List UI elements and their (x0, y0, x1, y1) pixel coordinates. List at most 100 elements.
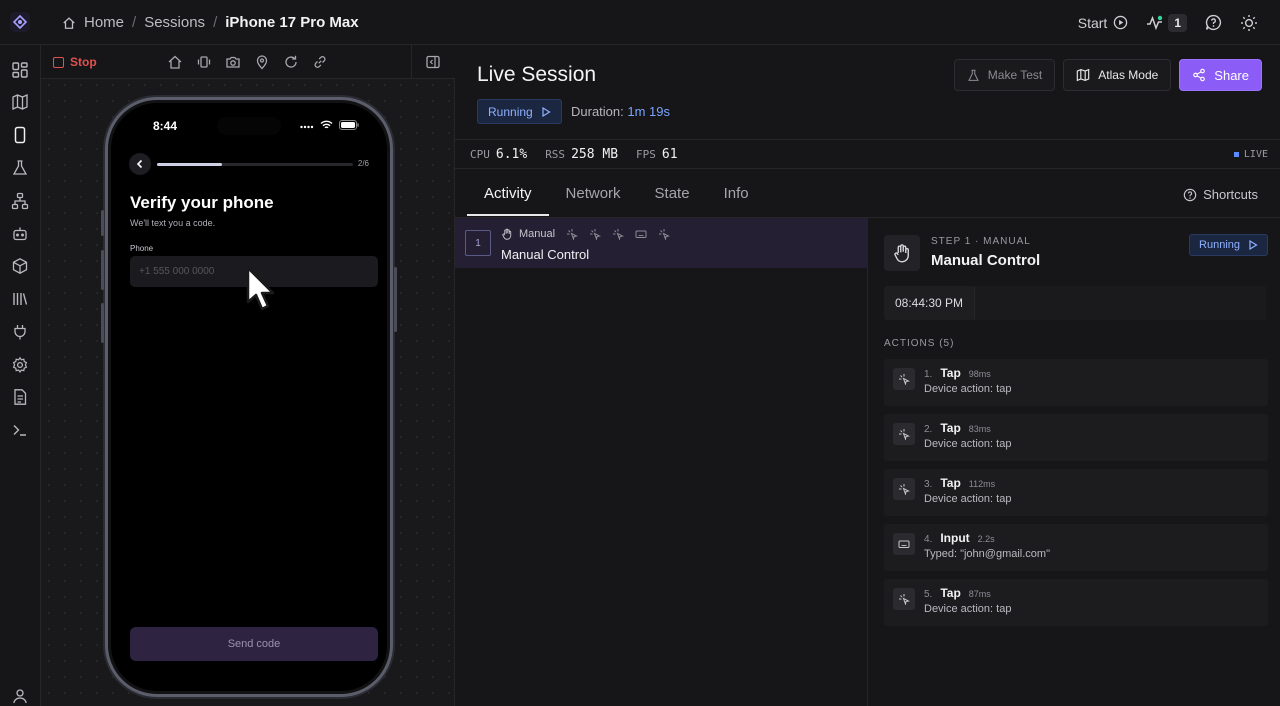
app-logo-icon[interactable] (10, 12, 30, 32)
action-index: 1. (924, 369, 933, 380)
vibrate-icon[interactable] (196, 54, 212, 70)
action-description: Typed: "john@gmail.com" (924, 548, 1050, 560)
document-icon[interactable] (11, 388, 29, 406)
flask-icon[interactable] (11, 159, 29, 177)
activity-row[interactable]: 1 Manual Manual Control (455, 218, 868, 268)
atlas-mode-button[interactable]: Atlas Mode (1063, 59, 1172, 91)
chevron-left-icon (136, 159, 143, 169)
live-dot-icon (1233, 152, 1239, 157)
activity-indicator[interactable]: 1 (1146, 13, 1187, 32)
action-item[interactable]: 3. Tap 112ms Device action: tap (884, 469, 1268, 516)
shortcuts-button[interactable]: Shortcuts (1183, 187, 1258, 202)
rss-value: 258 MB (571, 146, 619, 162)
action-duration: 98ms (968, 369, 991, 379)
step-status-badge: Running (1189, 234, 1268, 256)
refresh-icon[interactable] (283, 54, 299, 70)
terminal-icon[interactable] (11, 421, 29, 439)
action-description: Device action: tap (924, 383, 1012, 395)
activity-count-badge: 1 (1168, 13, 1187, 32)
step-detail-panel: STEP 1 · MANUAL Manual Control Running 0… (869, 218, 1280, 706)
tap-icon (590, 229, 602, 240)
status-time: 8:44 (153, 119, 178, 133)
action-index: 4. (924, 534, 933, 545)
action-item[interactable]: 4. Input 2.2s Typed: "john@gmail.com" (884, 524, 1268, 571)
make-test-button[interactable]: Make Test (953, 59, 1056, 91)
dashboard-icon[interactable] (11, 61, 29, 79)
action-item[interactable]: 5. Tap 87ms Device action: tap (884, 579, 1268, 626)
theme-sun-icon[interactable] (1240, 14, 1258, 32)
library-icon[interactable] (11, 290, 29, 308)
activity-type: Manual (519, 228, 556, 240)
keyboard-icon (898, 540, 910, 548)
location-pin-icon[interactable] (254, 54, 270, 70)
action-icon-box (893, 588, 915, 610)
device-icon[interactable] (11, 126, 29, 144)
help-chat-icon[interactable] (1205, 14, 1222, 31)
breadcrumb-sessions[interactable]: Sessions (144, 14, 205, 31)
play-circle-icon (1114, 15, 1128, 30)
atlas-mode-label: Atlas Mode (1098, 68, 1159, 82)
cpu-label: CPU (470, 147, 490, 161)
signal-icon (300, 125, 314, 129)
onboarding-progress (157, 163, 353, 166)
action-item[interactable]: 2. Tap 83ms Device action: tap (884, 414, 1268, 461)
share-button[interactable]: Share (1179, 59, 1262, 91)
map-icon (1077, 68, 1090, 82)
timeline-bar (974, 286, 1266, 320)
hand-icon (894, 244, 909, 263)
map-icon[interactable] (11, 93, 29, 111)
dynamic-island (217, 117, 281, 135)
verify-subtitle: We'll text you a code. (130, 218, 216, 228)
left-sidebar (0, 45, 41, 706)
settings-gear-icon[interactable] (11, 356, 29, 374)
action-index: 3. (924, 479, 933, 490)
breadcrumb-home[interactable]: Home (84, 14, 124, 31)
start-label: Start (1077, 14, 1108, 31)
action-description: Device action: tap (924, 493, 1012, 505)
tap-icon (567, 229, 579, 240)
stop-button[interactable]: Stop (53, 55, 97, 69)
action-duration: 87ms (968, 589, 991, 599)
cpu-value: 6.1% (495, 146, 528, 162)
breadcrumb-separator: / (132, 14, 137, 31)
rss-stat: RSS 258 MB (545, 147, 618, 162)
user-profile-icon[interactable] (11, 687, 29, 705)
start-button[interactable]: Start (1078, 15, 1129, 31)
camera-icon[interactable] (225, 54, 241, 70)
breadcrumb: Home / Sessions / iPhone 17 Pro Max (62, 0, 359, 45)
action-name: Tap (940, 476, 961, 490)
panel-collapse-icon[interactable] (425, 54, 441, 70)
link-icon[interactable] (312, 54, 328, 70)
action-description: Device action: tap (924, 603, 1012, 615)
step-count: 2/6 (357, 159, 369, 168)
phone-volume-down (101, 303, 104, 343)
tab-network[interactable]: Network (549, 169, 638, 216)
robot-icon[interactable] (11, 225, 29, 243)
workflow-icon[interactable] (11, 192, 29, 210)
action-duration: 83ms (968, 424, 991, 434)
stop-label: Stop (70, 55, 97, 69)
fps-stat: FPS 61 (636, 147, 678, 162)
package-icon[interactable] (11, 257, 29, 275)
status-badge: Running (477, 99, 562, 124)
device-panel: Stop 8:44 2/6 Verify your phone We'll te… (41, 45, 455, 706)
action-name: Input (940, 531, 970, 545)
tab-state[interactable]: State (638, 169, 707, 216)
make-test-label: Make Test (987, 68, 1043, 82)
tap-icon (899, 594, 910, 605)
toolbar-divider (411, 45, 412, 79)
tab-info[interactable]: Info (707, 169, 766, 216)
plug-icon[interactable] (11, 323, 29, 341)
phone-power-button (394, 267, 397, 332)
action-icon-box (893, 423, 915, 445)
home-button-icon[interactable] (167, 54, 183, 70)
back-button[interactable] (129, 153, 151, 175)
send-code-button[interactable]: Send code (130, 627, 378, 661)
action-description: Device action: tap (924, 438, 1012, 450)
top-bar: Home / Sessions / iPhone 17 Pro Max Star… (0, 0, 1280, 45)
action-item[interactable]: 1. Tap 98ms Device action: tap (884, 359, 1268, 406)
stop-icon (53, 56, 64, 68)
phone-side-button (101, 210, 104, 236)
action-name: Tap (940, 366, 961, 380)
tab-activity[interactable]: Activity (467, 169, 549, 216)
